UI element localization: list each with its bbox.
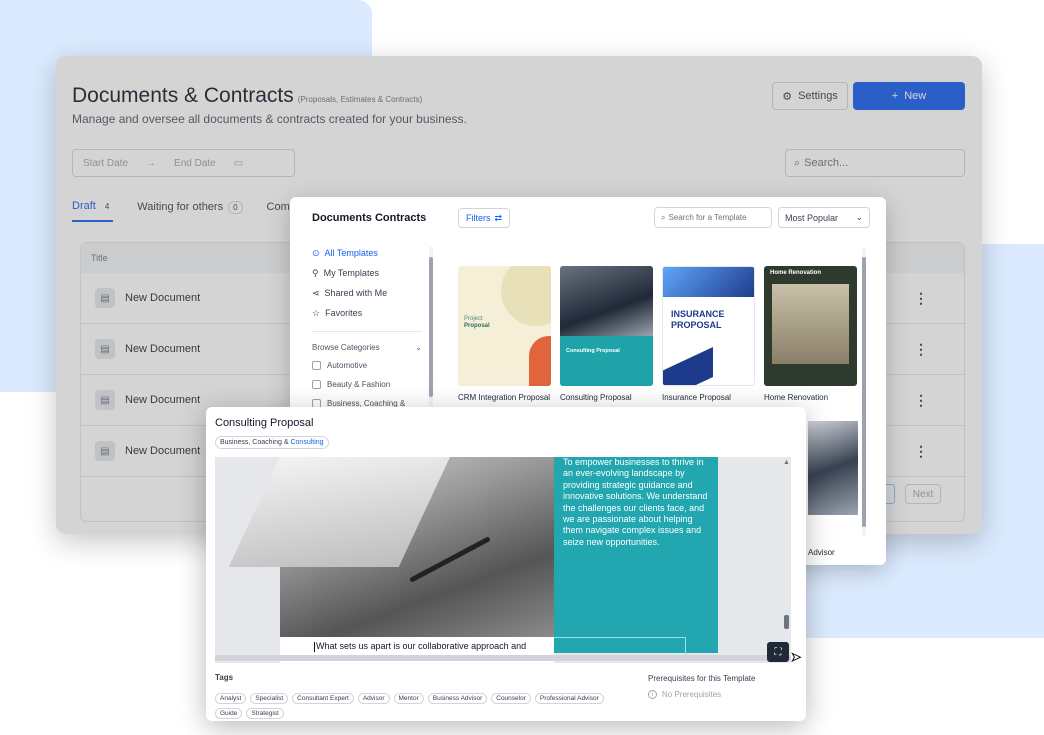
user-icon: ⚲ xyxy=(312,267,319,278)
prerequisites-heading: Prerequisites for this Template xyxy=(648,674,756,683)
scrollbar-thumb[interactable] xyxy=(862,257,866,527)
tag: Counselor xyxy=(491,693,531,704)
thumbnail-shape xyxy=(529,336,551,386)
template-card-label[interactable]: CRM Integration Proposal xyxy=(458,393,550,402)
mouse-pointer-icon: ➤ xyxy=(790,650,802,665)
tag: Analyst xyxy=(215,693,247,704)
template-search-input[interactable]: ⌕ Search for a Template xyxy=(654,207,772,228)
preview-title: Consulting Proposal xyxy=(215,417,314,429)
prerequisites-value: i No Prerequisites xyxy=(648,690,721,699)
share-icon: ⋖ xyxy=(312,287,320,298)
template-card-partial[interactable] xyxy=(808,421,858,515)
search-icon: ⌕ xyxy=(661,212,666,222)
thumbnail-band xyxy=(560,340,653,386)
teal-text-panel: To empower businesses to thrive in an ev… xyxy=(554,457,718,657)
tags-heading: Tags xyxy=(215,673,234,682)
tag: Guide xyxy=(215,708,243,719)
tag: Business Advisor xyxy=(427,693,488,704)
thumbnail-text: Project xyxy=(464,316,483,322)
thumbnail-text: Home Renovation xyxy=(770,270,822,276)
text-frame xyxy=(554,637,686,657)
tag: Mentor xyxy=(393,693,424,704)
chevron-down-icon: ⌄ xyxy=(415,342,422,352)
category-checkbox-automotive[interactable]: Automotive xyxy=(312,356,422,375)
checkbox[interactable] xyxy=(312,361,321,370)
laptop-image xyxy=(228,457,450,567)
browse-categories-toggle[interactable]: Browse Categories ⌄ xyxy=(312,338,422,356)
sidebar-item-favorites[interactable]: ☆ Favorites xyxy=(312,303,422,323)
thumbnail-text: INSURANCE PROPOSAL xyxy=(671,309,725,330)
grid-icon: ⊙ xyxy=(312,247,320,258)
sliders-icon: ⇄ xyxy=(494,212,503,223)
category-chip: Business, Coaching & Consulting xyxy=(215,436,329,449)
thumbnail-shape xyxy=(501,266,551,326)
gallery-sidebar: ⊙ All Templates ⚲ My Templates ⋖ Shared wit… xyxy=(312,243,422,413)
thumbnail-text: Proposal xyxy=(464,323,490,329)
star-icon: ☆ xyxy=(312,307,321,318)
divider xyxy=(312,331,422,332)
template-card-label[interactable]: Insurance Proposal xyxy=(662,393,731,402)
scrollbar-thumb[interactable] xyxy=(429,257,433,397)
filters-button[interactable]: Filters ⇄ xyxy=(458,208,510,228)
thumbnail-photo xyxy=(772,284,849,364)
sidebar-item-shared-with-me[interactable]: ⋖ Shared with Me xyxy=(312,283,422,303)
preview-photo xyxy=(228,457,554,637)
screenshot-stage: Documents & Contracts (Proposals, Estimat… xyxy=(0,0,1044,735)
thumbnail-shape xyxy=(663,347,713,385)
sort-select[interactable]: Most Popular ⌄ xyxy=(778,207,870,228)
thumbnail-text: Consulting Proposal xyxy=(566,348,620,354)
category-checkbox-beauty-fashion[interactable]: Beauty & Fashion xyxy=(312,375,422,394)
pen-image xyxy=(409,536,491,583)
horizontal-scrollbar[interactable] xyxy=(215,655,791,661)
tag: Advisor xyxy=(357,693,390,704)
scrollbar-thumb[interactable] xyxy=(784,615,789,629)
text-cursor xyxy=(314,641,315,652)
expand-icon[interactable]: ⛶ xyxy=(767,642,789,662)
thumbnail-photo xyxy=(663,267,754,297)
template-card-label[interactable]: Home Renovation xyxy=(764,393,828,402)
preview-scrollbar[interactable]: ▲ xyxy=(780,457,792,657)
gallery-title: Documents Contracts xyxy=(312,212,427,224)
tag: Strategist xyxy=(246,708,284,719)
template-card-home-renovation[interactable]: Home Renovation xyxy=(764,266,857,386)
gallery-scrollbar[interactable] xyxy=(862,247,866,537)
sidebar-item-my-templates[interactable]: ⚲ My Templates xyxy=(312,263,422,283)
tags-list: Analyst Specialist Consultant Expert Adv… xyxy=(215,693,625,719)
document-preview[interactable]: To empower businesses to thrive in an ev… xyxy=(215,457,791,663)
info-icon: i xyxy=(648,690,657,699)
teal-panel-text: To empower businesses to thrive in an ev… xyxy=(563,457,708,547)
template-card-label[interactable]: Advisor xyxy=(808,548,835,557)
template-preview-modal: Consulting Proposal Business, Coaching &… xyxy=(206,407,806,721)
template-card-label[interactable]: Consulting Proposal xyxy=(560,393,632,402)
sidebar-item-all-templates[interactable]: ⊙ All Templates xyxy=(312,243,422,263)
thumbnail-photo xyxy=(560,266,653,336)
tag: Professional Advisor xyxy=(534,693,604,704)
scroll-up-icon[interactable]: ▲ xyxy=(783,459,790,466)
chevron-down-icon: ⌄ xyxy=(855,212,863,222)
template-card-consulting[interactable]: Consulting Proposal xyxy=(560,266,653,386)
tag: Consultant Expert xyxy=(292,693,354,704)
template-card-crm-integration[interactable]: Project Proposal xyxy=(458,266,551,386)
checkbox[interactable] xyxy=(312,380,321,389)
template-card-insurance[interactable]: INSURANCE PROPOSAL xyxy=(662,266,755,386)
tag: Specialist xyxy=(250,693,289,704)
